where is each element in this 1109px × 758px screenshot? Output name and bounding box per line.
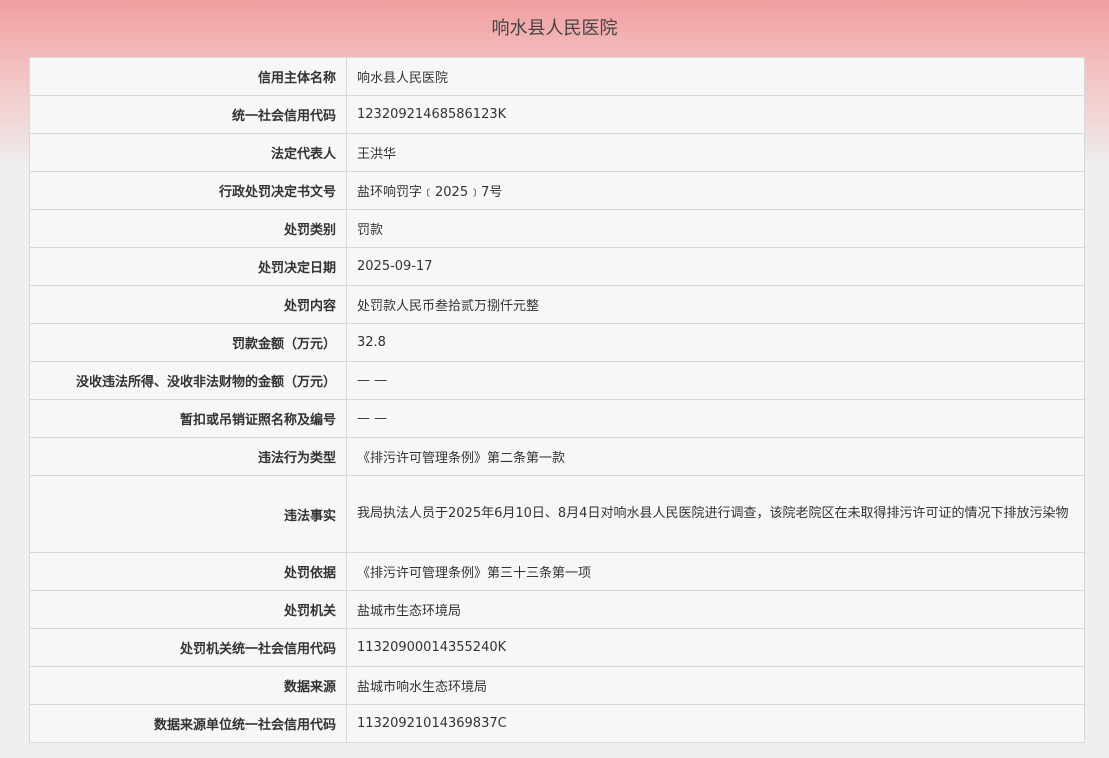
row-penalty-content: 处罚内容 处罚款人民币叁拾贰万捌仟元整 [29,285,1085,324]
row-label: 处罚机关 [29,590,347,629]
row-label: 处罚类别 [29,209,347,248]
row-label: 处罚机关统一社会信用代码 [29,628,347,667]
row-value: 盐城市生态环境局 [346,590,1085,629]
row-value: 12320921468586123K [346,95,1085,134]
row-label: 数据来源 [29,666,347,705]
row-violation-type: 违法行为类型 《排污许可管理条例》第二条第一款 [29,437,1085,476]
row-fine-amount: 罚款金额（万元） 32.8 [29,323,1085,362]
row-label: 数据来源单位统一社会信用代码 [29,704,347,743]
row-value: 盐城市响水生态环境局 [346,666,1085,705]
row-decision-date: 处罚决定日期 2025-09-17 [29,247,1085,286]
row-value: 盐环响罚字﹝2025﹞7号 [346,171,1085,210]
row-value: 2025-09-17 [346,247,1085,286]
row-value: 处罚款人民币叁拾贰万捌仟元整 [346,285,1085,324]
row-value: 我局执法人员于2025年6月10日、8月4日对响水县人民医院进行调查，该院老院区… [346,475,1085,553]
row-label: 信用主体名称 [29,57,347,96]
row-data-source-credit-code: 数据来源单位统一社会信用代码 11320921014369837C [29,704,1085,743]
row-confiscation-amount: 没收违法所得、没收非法财物的金额（万元） — — [29,361,1085,400]
row-label: 处罚内容 [29,285,347,324]
row-decision-document-number: 行政处罚决定书文号 盐环响罚字﹝2025﹞7号 [29,171,1085,210]
penalty-info-table: 信用主体名称 响水县人民医院 统一社会信用代码 1232092146858612… [29,57,1085,743]
row-value: — — [346,361,1085,400]
row-violation-facts: 违法事实 我局执法人员于2025年6月10日、8月4日对响水县人民医院进行调查，… [29,475,1085,553]
row-value: 罚款 [346,209,1085,248]
row-label: 违法事实 [29,475,347,553]
row-value: 11320921014369837C [346,704,1085,743]
row-value: 王洪华 [346,133,1085,172]
row-value: 11320900014355240K [346,628,1085,667]
row-value: — — [346,399,1085,438]
row-penalty-category: 处罚类别 罚款 [29,209,1085,248]
row-label: 违法行为类型 [29,437,347,476]
row-label: 没收违法所得、没收非法财物的金额（万元） [29,361,347,400]
row-label: 法定代表人 [29,133,347,172]
row-license-suspension: 暂扣或吊销证照名称及编号 — — [29,399,1085,438]
row-label: 统一社会信用代码 [29,95,347,134]
row-legal-representative: 法定代表人 王洪华 [29,133,1085,172]
row-data-source: 数据来源 盐城市响水生态环境局 [29,666,1085,705]
row-unified-credit-code: 统一社会信用代码 12320921468586123K [29,95,1085,134]
row-label: 暂扣或吊销证照名称及编号 [29,399,347,438]
row-label: 罚款金额（万元） [29,323,347,362]
row-value: 《排污许可管理条例》第三十三条第一项 [346,552,1085,591]
page-title: 响水县人民医院 [491,18,618,39]
row-label: 行政处罚决定书文号 [29,171,347,210]
row-value: 响水县人民医院 [346,57,1085,96]
row-penalty-basis: 处罚依据 《排污许可管理条例》第三十三条第一项 [29,552,1085,591]
row-penalty-authority: 处罚机关 盐城市生态环境局 [29,590,1085,629]
row-credit-subject-name: 信用主体名称 响水县人民医院 [29,57,1085,96]
row-value: 32.8 [346,323,1085,362]
row-value: 《排污许可管理条例》第二条第一款 [346,437,1085,476]
row-authority-credit-code: 处罚机关统一社会信用代码 11320900014355240K [29,628,1085,667]
row-label: 处罚依据 [29,552,347,591]
row-label: 处罚决定日期 [29,247,347,286]
